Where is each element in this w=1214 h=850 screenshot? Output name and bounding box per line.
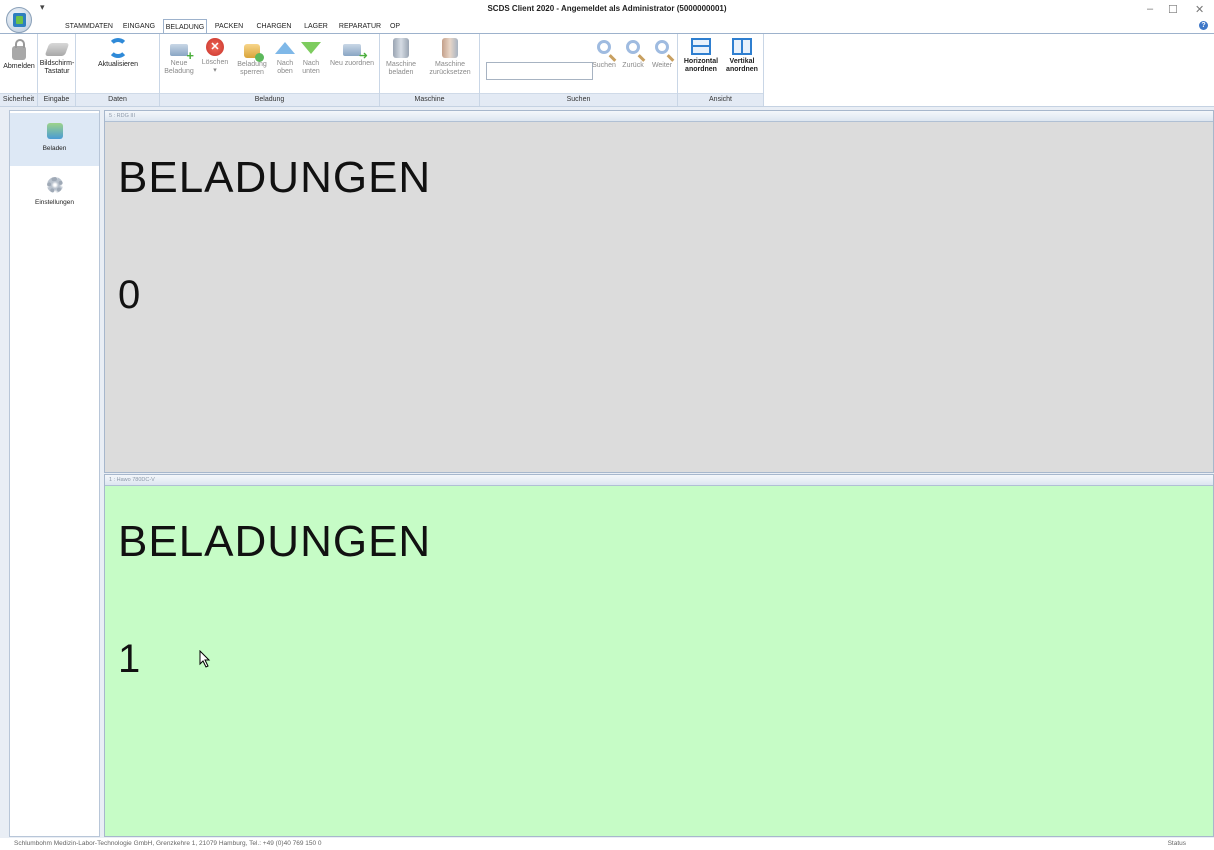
- abmelden-button[interactable]: Abmelden: [1, 36, 37, 92]
- tab-chargen[interactable]: CHARGEN: [254, 19, 294, 34]
- nach-oben-label: Nach oben: [276, 60, 294, 75]
- ribbon: Abmelden Sicherheit Bildschirm-Tastatur …: [0, 33, 1214, 107]
- lock-load-icon: [244, 44, 264, 62]
- delete-icon: ✕: [206, 38, 224, 56]
- loeschen-button[interactable]: ✕ Löschen ▾: [198, 36, 232, 92]
- new-load-icon: [170, 44, 194, 62]
- maximize-button[interactable]: ☐: [1168, 3, 1178, 16]
- suchen-label: Suchen: [592, 62, 616, 69]
- reassign-icon: [343, 44, 368, 62]
- group-beladung: Neue Beladung ✕ Löschen ▾ Beladung sperr…: [160, 34, 380, 106]
- neu-zuordnen-button[interactable]: Neu zuordnen: [326, 36, 378, 92]
- nav-item-beladen[interactable]: Beladen: [10, 113, 99, 166]
- group-label-beladung: Beladung: [160, 93, 379, 106]
- refresh-icon: [108, 38, 128, 58]
- aktualisieren-button[interactable]: Aktualisieren: [78, 36, 158, 92]
- bildschirm-tastatur-button[interactable]: Bildschirm-Tastatur: [39, 36, 75, 92]
- nav-item-einstellungen[interactable]: Einstellungen: [10, 167, 99, 220]
- panel-title: BELADUNGEN: [118, 517, 432, 566]
- horizontal-anordnen-button[interactable]: Horizontal anordnen: [680, 36, 722, 92]
- nach-oben-button[interactable]: Nach oben: [272, 36, 298, 92]
- beladung-sperren-button[interactable]: Beladung sperren: [233, 36, 271, 92]
- tab-packen[interactable]: PACKEN: [213, 19, 245, 34]
- window-title: SCDS Client 2020 - Angemeldet als Admini…: [487, 4, 727, 13]
- tab-eingang[interactable]: EINGANG: [120, 19, 158, 34]
- help-icon[interactable]: ?: [1199, 21, 1208, 30]
- arrow-down-icon: [301, 42, 321, 54]
- panel-title: BELADUNGEN: [118, 153, 432, 202]
- group-ansicht: Horizontal anordnen Vertikal anordnen An…: [678, 34, 764, 106]
- abmelden-label: Abmelden: [3, 63, 35, 70]
- loeschen-label: Löschen: [201, 59, 229, 66]
- horizontal-split-icon: [691, 38, 711, 55]
- search-input[interactable]: [486, 62, 593, 80]
- navigation-sidebar: Beladen Einstellungen: [9, 110, 100, 837]
- tab-beladung[interactable]: BELADUNG: [163, 19, 207, 34]
- group-label-daten: Daten: [76, 93, 159, 106]
- loeschen-dropdown-icon: ▾: [213, 67, 217, 74]
- neue-beladung-button[interactable]: Neue Beladung: [161, 36, 197, 92]
- zurueck-label: Zurück: [622, 62, 644, 69]
- group-suchen: Suchen Zurück Weiter Suchen: [480, 34, 678, 106]
- close-button[interactable]: ✕: [1195, 3, 1204, 16]
- app-logo-icon: [13, 13, 26, 27]
- machine-reset-icon: [442, 38, 458, 58]
- machine-panel-hawo[interactable]: 1 : Hawo 780DC-V BELADUNGEN 1: [104, 474, 1214, 837]
- maschine-zuruecksetzen-button[interactable]: Maschine zurücksetzen: [422, 36, 478, 92]
- group-label-sicherheit: Sicherheit: [0, 93, 37, 106]
- status-label: Status: [1167, 840, 1186, 847]
- panel-header: 5 : RDG III: [105, 111, 1213, 122]
- nach-unten-button[interactable]: Nach unten: [298, 36, 324, 92]
- tab-op[interactable]: OP: [386, 19, 404, 34]
- suchen-button[interactable]: Suchen: [590, 36, 618, 92]
- nach-unten-label: Nach unten: [302, 60, 320, 75]
- group-eingabe: Bildschirm-Tastatur Eingabe: [38, 34, 76, 106]
- arrow-up-icon: [275, 42, 295, 54]
- beladung-sperren-label: Beladung sperren: [237, 61, 267, 76]
- group-label-eingabe: Eingabe: [38, 93, 75, 106]
- status-company-info: Schlumbohm Medizin-Labor-Technologie Gmb…: [14, 840, 322, 847]
- tab-reparatur[interactable]: REPARATUR: [338, 19, 382, 34]
- status-bar: Schlumbohm Medizin-Labor-Technologie Gmb…: [0, 838, 1214, 850]
- zurueck-button[interactable]: Zurück: [619, 36, 647, 92]
- group-maschine: Maschine beladen Maschine zurücksetzen M…: [380, 34, 480, 106]
- tab-lager[interactable]: LAGER: [301, 19, 331, 34]
- vertikal-anordnen-label: Vertikal anordnen: [726, 58, 758, 73]
- keyboard-icon: [44, 43, 70, 56]
- nav-item-einstellungen-label: Einstellungen: [34, 199, 75, 206]
- minimize-button[interactable]: –: [1147, 3, 1153, 15]
- mouse-cursor-icon: [199, 650, 211, 668]
- panel-count: 0: [118, 273, 141, 317]
- aktualisieren-label: Aktualisieren: [97, 61, 139, 68]
- load-icon: [46, 123, 63, 139]
- weiter-label: Weiter: [651, 62, 673, 69]
- horizontal-anordnen-label: Horizontal anordnen: [683, 58, 719, 73]
- tab-stammdaten[interactable]: STAMMDATEN: [64, 19, 114, 34]
- search-icon: [597, 40, 611, 54]
- machine-load-icon: [393, 38, 409, 58]
- search-next-icon: [655, 40, 669, 54]
- maschine-beladen-button[interactable]: Maschine beladen: [382, 36, 420, 92]
- panel-body: BELADUNGEN 1: [105, 486, 1213, 836]
- lock-icon: [12, 39, 26, 60]
- weiter-button[interactable]: Weiter: [648, 36, 676, 92]
- group-label-suchen: Suchen: [480, 93, 677, 106]
- machine-panel-rdg[interactable]: 5 : RDG III BELADUNGEN 0: [104, 110, 1214, 473]
- gear-icon: [46, 177, 63, 193]
- vertical-split-icon: [732, 38, 752, 55]
- panel-body: BELADUNGEN 0: [105, 122, 1213, 472]
- search-back-icon: [626, 40, 640, 54]
- panel-header: 1 : Hawo 780DC-V: [105, 475, 1213, 486]
- maschine-zuruecksetzen-label: Maschine zurücksetzen: [429, 61, 471, 76]
- group-daten: Aktualisieren Daten: [76, 34, 160, 106]
- group-label-maschine: Maschine: [380, 93, 479, 106]
- vertikal-anordnen-button[interactable]: Vertikal anordnen: [722, 36, 762, 92]
- panel-count: 1: [118, 637, 141, 681]
- bildschirm-tastatur-label: Bildschirm-Tastatur: [39, 60, 75, 75]
- maschine-beladen-label: Maschine beladen: [386, 61, 416, 76]
- nav-item-beladen-label: Beladen: [42, 145, 67, 152]
- group-sicherheit: Abmelden Sicherheit: [0, 34, 38, 106]
- group-label-ansicht: Ansicht: [678, 93, 763, 106]
